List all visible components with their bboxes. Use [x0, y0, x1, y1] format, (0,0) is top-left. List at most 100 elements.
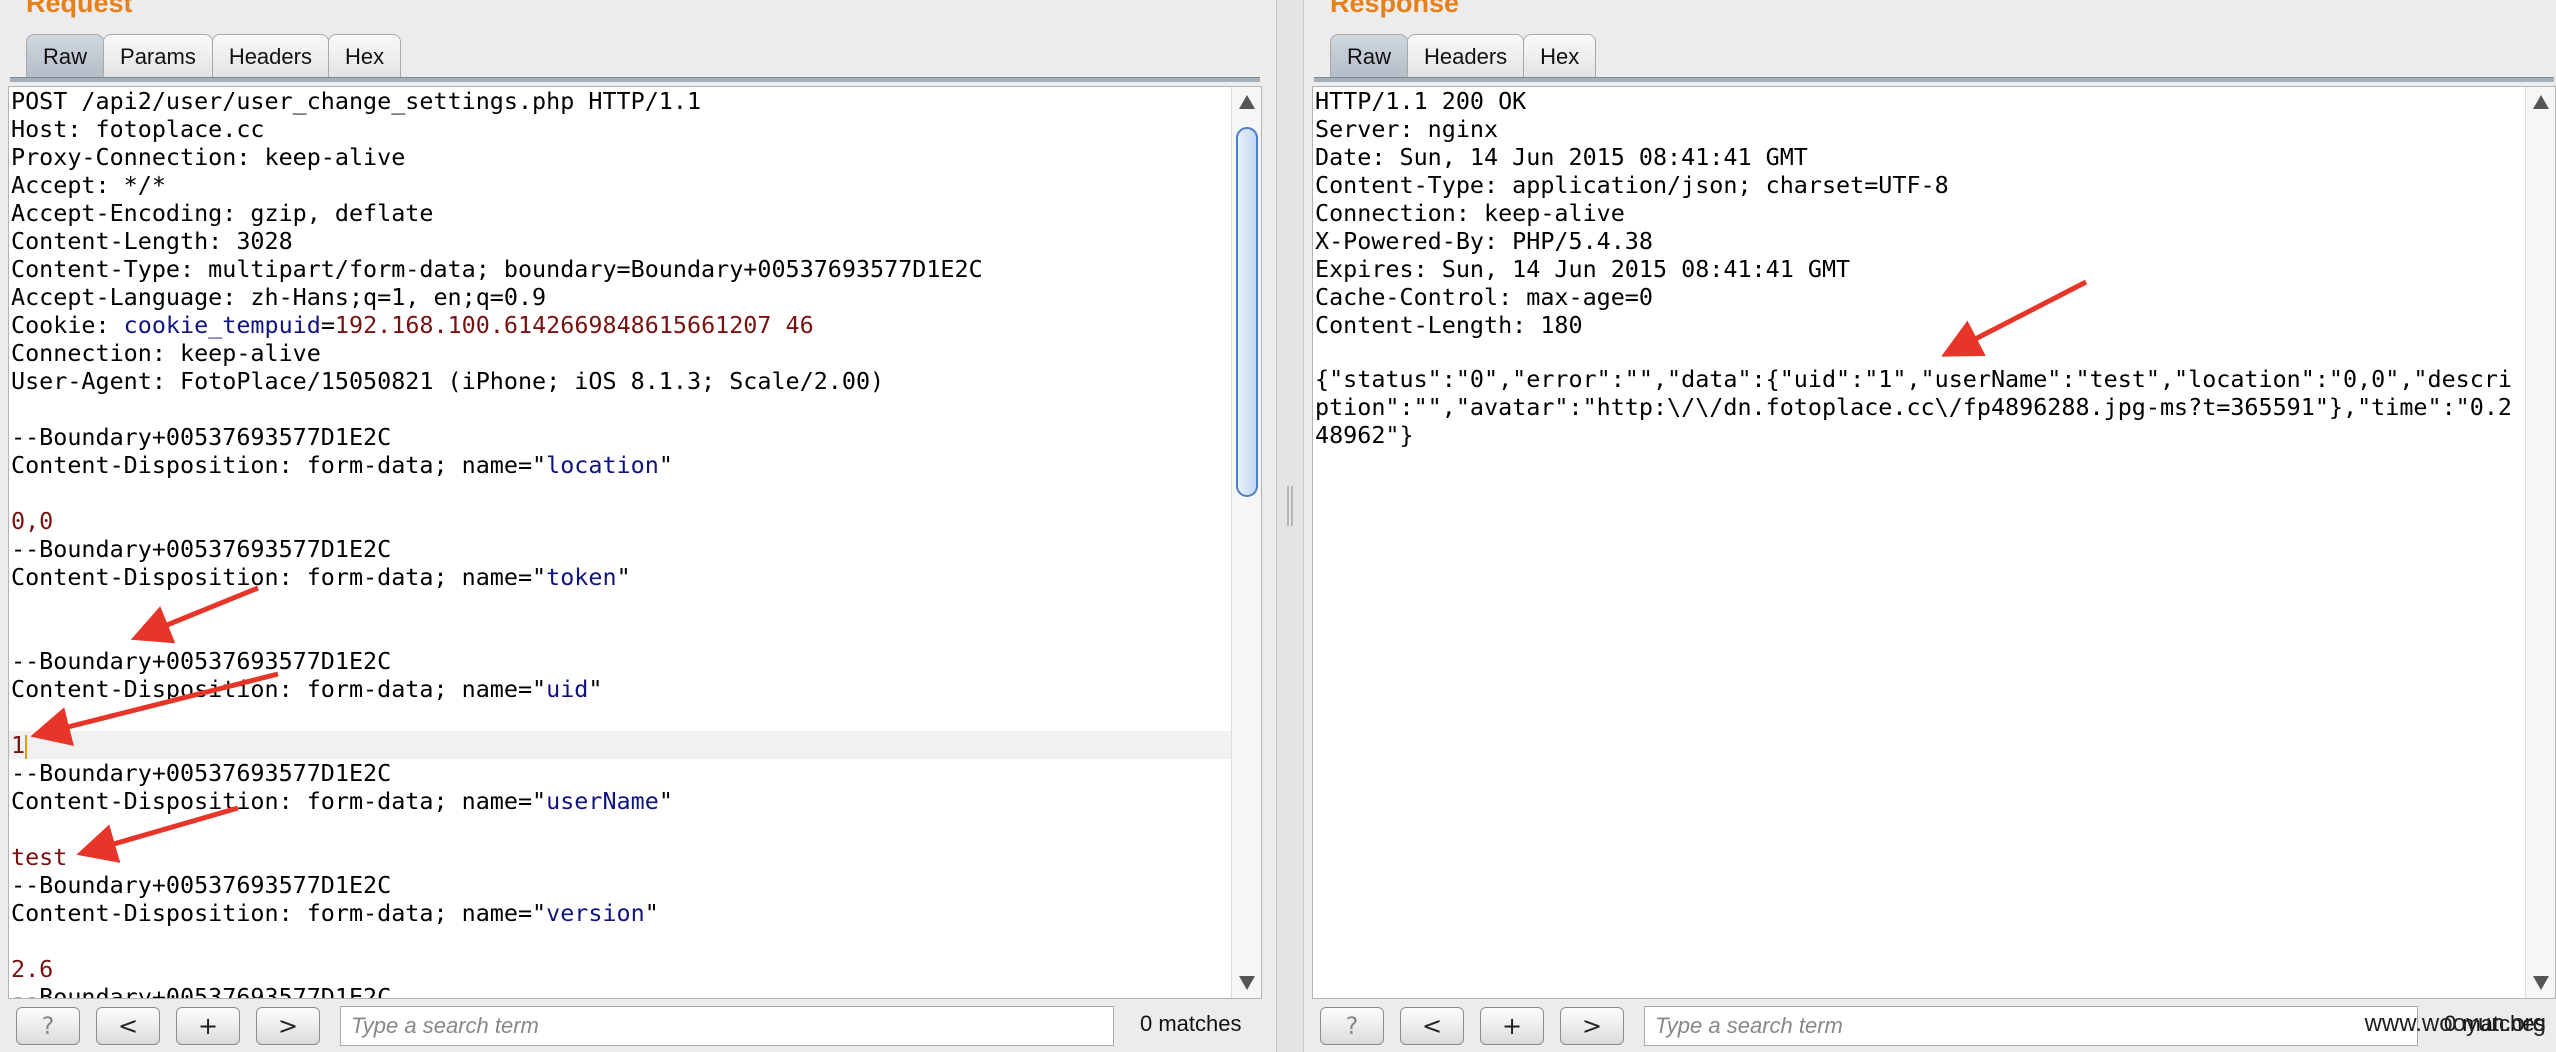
response-tab-raw[interactable]: Raw — [1330, 34, 1409, 78]
scroll-down-arrow-icon[interactable] — [1239, 976, 1255, 990]
request-add-button[interactable]: + — [176, 1007, 240, 1045]
request-line-segment: userName — [546, 787, 659, 815]
request-line-segment: 0,0 — [11, 507, 54, 535]
request-line[interactable]: --Boundary+00537693577D1E2C — [9, 647, 1231, 675]
request-line[interactable]: --Boundary+00537693577D1E2C — [9, 759, 1231, 787]
request-line[interactable]: 1 — [9, 731, 1231, 759]
response-tab-headers[interactable]: Headers — [1407, 34, 1525, 78]
request-line[interactable]: User-Agent: FotoPlace/15050821 (iPhone; … — [9, 367, 1231, 395]
request-line-segment: Content-Type: multipart/form-data; bound… — [11, 255, 983, 283]
request-line-segment: location — [546, 451, 659, 479]
request-line[interactable]: Accept-Language: zh-Hans;q=1, en;q=0.9 — [9, 283, 1231, 311]
text-caret — [25, 734, 28, 759]
request-line[interactable]: Content-Disposition: form-data; name="ui… — [9, 675, 1231, 703]
request-tab-raw[interactable]: Raw — [26, 34, 105, 78]
request-line-segment: 1 — [11, 731, 26, 759]
request-line[interactable]: Cookie: cookie_tempuid=192.168.100.61426… — [9, 311, 1231, 339]
request-line[interactable]: Accept: */* — [9, 171, 1231, 199]
response-prev-match-button[interactable]: < — [1400, 1007, 1464, 1045]
request-line[interactable]: --Boundary+00537693577D1E2C — [9, 871, 1231, 899]
scrollbar-thumb[interactable] — [1236, 127, 1258, 497]
response-scrollbar[interactable] — [2525, 87, 2555, 998]
request-line-segment: " — [644, 899, 659, 927]
request-line[interactable]: Content-Type: multipart/form-data; bound… — [9, 255, 1231, 283]
request-line[interactable] — [9, 591, 1231, 619]
request-line-segment: 2.6 — [11, 955, 54, 983]
request-line-segment: cookie_tempuid — [123, 311, 321, 339]
request-line[interactable]: --Boundary+00537693577D1E2C — [9, 423, 1231, 451]
request-line[interactable] — [9, 395, 1231, 423]
request-scrollbar[interactable] — [1231, 87, 1261, 998]
request-line[interactable] — [9, 703, 1231, 731]
request-line[interactable]: --Boundary+00537693577D1E2C — [9, 983, 1231, 998]
pane-splitter[interactable] — [1276, 0, 1304, 1052]
request-line[interactable]: Connection: keep-alive — [9, 339, 1231, 367]
response-line[interactable]: Connection: keep-alive — [1313, 199, 2525, 227]
response-tab-divider — [1314, 77, 2554, 82]
response-tab-hex[interactable]: Hex — [1523, 34, 1597, 78]
request-line-segment: " — [588, 675, 603, 703]
request-line[interactable] — [9, 927, 1231, 955]
request-line[interactable]: Content-Length: 3028 — [9, 227, 1231, 255]
request-line-segment: version — [546, 899, 645, 927]
response-line[interactable]: Cache-Control: max-age=0 — [1313, 283, 2525, 311]
response-line[interactable]: HTTP/1.1 200 OK — [1313, 87, 2525, 115]
request-tab-hex[interactable]: Hex — [327, 34, 402, 78]
response-line[interactable]: Expires: Sun, 14 Jun 2015 08:41:41 GMT — [1313, 255, 2525, 283]
request-line[interactable]: Accept-Encoding: gzip, deflate — [9, 199, 1231, 227]
response-tabs: Raw Headers Hex — [1330, 34, 1597, 78]
request-line[interactable]: 0,0 — [9, 507, 1231, 535]
request-line[interactable]: Content-Disposition: form-data; name="lo… — [9, 451, 1231, 479]
response-json-body[interactable]: {"status":"0","error":"","data":{"uid":"… — [1315, 365, 2525, 449]
request-line-segment: Content-Disposition: form-data; name=" — [11, 451, 547, 479]
request-line[interactable]: Content-Disposition: form-data; name="us… — [9, 787, 1231, 815]
request-line-segment: test — [11, 843, 68, 871]
request-line[interactable] — [9, 815, 1231, 843]
request-line-segment: uid — [546, 675, 589, 703]
splitter-grip-icon[interactable] — [1287, 486, 1293, 526]
response-line[interactable]: Date: Sun, 14 Jun 2015 08:41:41 GMT — [1313, 143, 2525, 171]
response-line[interactable]: Content-Length: 180 — [1313, 311, 2525, 339]
request-line-segment: Host: fotoplace.cc — [11, 115, 265, 143]
response-editor[interactable]: HTTP/1.1 200 OK Server: nginx Date: Sun, 1… — [1312, 86, 2556, 999]
request-line[interactable] — [9, 479, 1231, 507]
scroll-up-arrow-icon[interactable] — [2533, 95, 2549, 109]
request-tab-params[interactable]: Params — [103, 34, 213, 78]
response-raw-text[interactable]: HTTP/1.1 200 OK Server: nginx Date: Sun, 1… — [1313, 87, 2525, 998]
request-line[interactable]: Content-Disposition: form-data; name="ve… — [9, 899, 1231, 927]
request-prev-match-button[interactable]: < — [96, 1007, 160, 1045]
request-line[interactable] — [9, 619, 1231, 647]
request-line[interactable]: --Boundary+00537693577D1E2C — [9, 535, 1231, 563]
request-line-segment: Content-Length: 3028 — [11, 227, 293, 255]
request-line-segment: Content-Disposition: form-data; name=" — [11, 563, 547, 591]
request-raw-text[interactable]: POST /api2/user/user_change_settings.php… — [9, 87, 1231, 998]
request-line-segment: Content-Disposition: form-data; name=" — [11, 787, 547, 815]
response-help-button[interactable]: ? — [1320, 1007, 1384, 1045]
scroll-down-arrow-icon[interactable] — [2533, 976, 2549, 990]
request-line-segment: Accept: */* — [11, 171, 166, 199]
request-search-bar: ? < + > Type a search term 0 matches — [0, 999, 1276, 1052]
request-editor[interactable]: POST /api2/user/user_change_settings.php… — [8, 86, 1262, 999]
response-line[interactable]: Content-Type: application/json; charset=… — [1313, 171, 2525, 199]
request-tab-headers[interactable]: Headers — [211, 34, 329, 78]
request-line-segment: Connection: keep-alive — [11, 339, 321, 367]
request-line[interactable]: test — [9, 843, 1231, 871]
request-next-match-button[interactable]: > — [256, 1007, 320, 1045]
request-line-segment: " — [658, 451, 673, 479]
request-line[interactable]: Content-Disposition: form-data; name="to… — [9, 563, 1231, 591]
request-help-button[interactable]: ? — [16, 1007, 80, 1045]
request-line[interactable]: POST /api2/user/user_change_settings.php… — [9, 87, 1231, 115]
request-line-segment: Proxy-Connection: keep-alive — [11, 143, 406, 171]
response-line[interactable]: X-Powered-By: PHP/5.4.38 — [1313, 227, 2525, 255]
request-line[interactable]: 2.6 — [9, 955, 1231, 983]
request-line[interactable]: Proxy-Connection: keep-alive — [9, 143, 1231, 171]
response-next-match-button[interactable]: > — [1560, 1007, 1624, 1045]
request-line-segment: Content-Disposition: form-data; name=" — [11, 675, 547, 703]
request-line[interactable]: Host: fotoplace.cc — [9, 115, 1231, 143]
request-tabs: Raw Params Headers Hex — [26, 34, 402, 78]
request-search-input[interactable]: Type a search term — [340, 1006, 1114, 1046]
scroll-up-arrow-icon[interactable] — [1239, 95, 1255, 109]
response-line[interactable]: Server: nginx — [1313, 115, 2525, 143]
response-search-input[interactable]: Type a search term — [1644, 1006, 2418, 1046]
response-add-button[interactable]: + — [1480, 1007, 1544, 1045]
